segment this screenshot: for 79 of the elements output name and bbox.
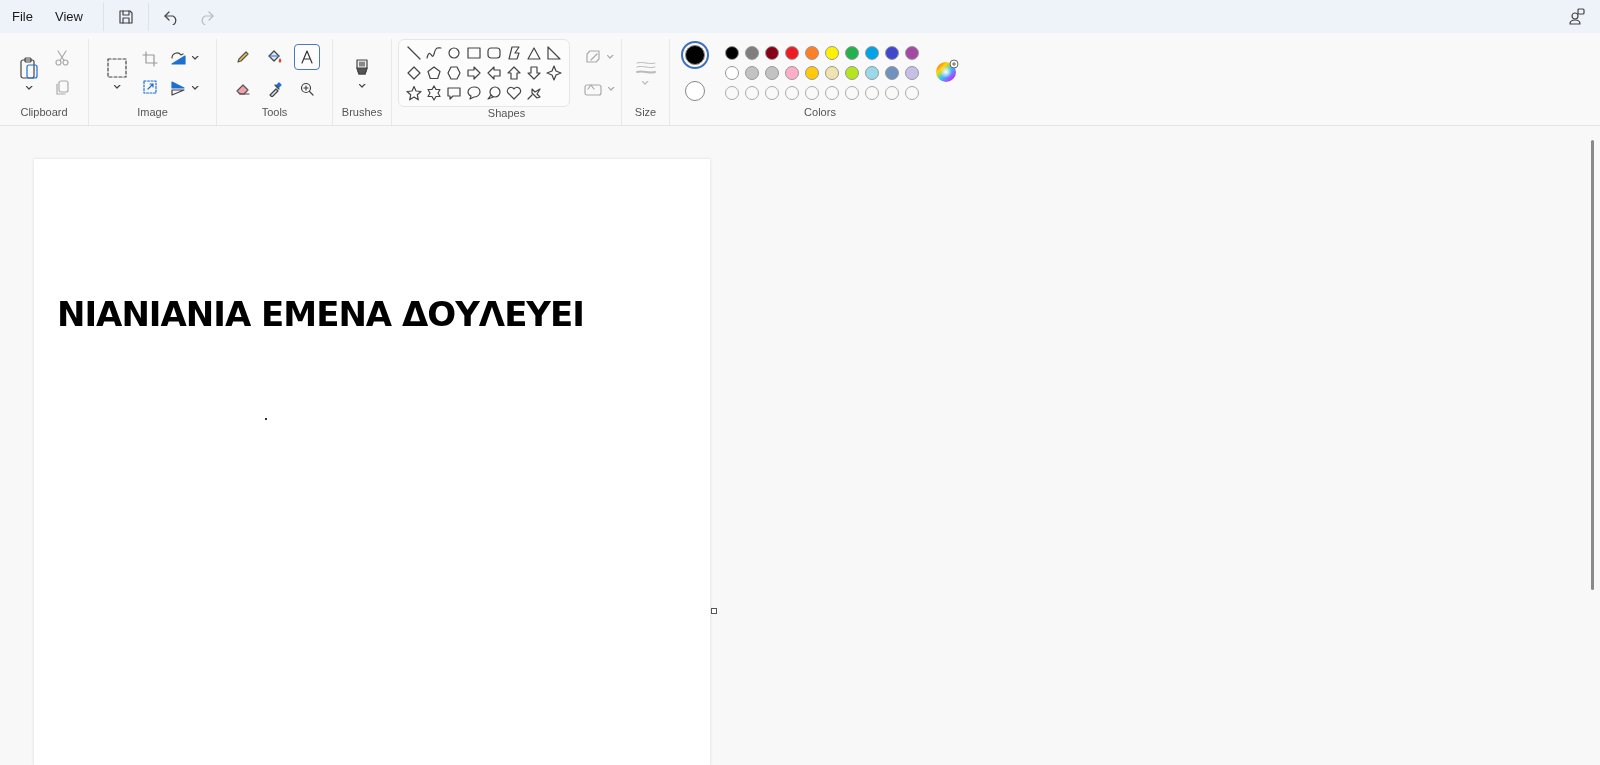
menu-item[interactable]: File <box>4 3 41 30</box>
line-icon[interactable] <box>406 45 422 61</box>
left-arrow-icon[interactable] <box>486 65 502 81</box>
caret-icon[interactable] <box>192 55 199 60</box>
caret-icon <box>608 87 615 91</box>
paint-bucket-icon <box>266 48 283 65</box>
polygon-icon[interactable] <box>506 45 522 61</box>
diamond-icon[interactable] <box>406 65 422 81</box>
copy-icon <box>55 79 69 96</box>
color-swatch[interactable] <box>745 65 759 80</box>
group-label: Tools <box>261 106 288 120</box>
color-swatch[interactable] <box>845 45 859 60</box>
color-swatch[interactable] <box>725 45 739 60</box>
save-icon[interactable] <box>117 8 134 25</box>
selection-icon[interactable] <box>106 56 128 79</box>
color-swatch[interactable] <box>905 65 919 80</box>
color-swatch[interactable] <box>805 65 819 80</box>
color-swatch[interactable] <box>905 45 919 60</box>
group-label: Shapes <box>487 107 526 121</box>
fill-style-icon <box>584 81 602 97</box>
color-swatch[interactable] <box>825 65 839 80</box>
color-swatch[interactable] <box>865 65 879 80</box>
five-point-star-icon[interactable] <box>406 85 422 101</box>
right-arrow-icon[interactable] <box>466 65 482 81</box>
rotate-icon[interactable] <box>170 49 186 66</box>
line-width-icon <box>635 60 656 75</box>
group-label: Size <box>634 106 657 120</box>
color-swatch[interactable] <box>885 45 899 60</box>
scissors-icon <box>55 49 69 66</box>
color-swatch[interactable] <box>785 65 799 80</box>
caret-icon[interactable] <box>358 83 366 88</box>
oval-icon[interactable] <box>446 45 462 61</box>
paste-icon[interactable] <box>19 55 39 80</box>
color-swatch[interactable] <box>725 65 739 80</box>
color-swatch[interactable] <box>825 45 839 60</box>
canvas-text: ΝΙΑΝΙΑΝΙΑ ΕΜΕΝΑ ΔΟΥΛΕΥΕΙ <box>57 294 584 334</box>
hexagon-icon[interactable] <box>446 65 462 81</box>
color-wheel-icon[interactable] <box>935 58 959 83</box>
color-slot[interactable] <box>681 40 709 69</box>
pentagon-icon[interactable] <box>426 65 442 81</box>
triangle-icon[interactable] <box>526 45 542 61</box>
color-swatch[interactable] <box>845 65 859 80</box>
group-label: Colors <box>804 106 836 120</box>
caret-icon[interactable] <box>192 85 199 90</box>
flip-icon[interactable] <box>170 79 186 96</box>
rounded-rectangle-icon[interactable] <box>486 45 502 61</box>
group-label: Image <box>137 106 168 120</box>
magnifier-icon <box>298 80 315 97</box>
text-tool-icon <box>298 48 315 65</box>
caret-icon[interactable] <box>25 85 33 90</box>
up-arrow-icon[interactable] <box>506 65 522 81</box>
caret-icon <box>607 55 614 59</box>
callout-cloud-icon[interactable] <box>486 85 502 101</box>
group-label: Clipboard <box>20 106 68 120</box>
color-swatch[interactable] <box>785 45 799 60</box>
resize-icon[interactable] <box>142 78 158 95</box>
color-swatch[interactable] <box>885 65 899 80</box>
outline-icon <box>585 49 601 65</box>
menu-item[interactable]: View <box>46 3 91 30</box>
people-icon[interactable] <box>1568 7 1586 26</box>
scrollbar[interactable] <box>1591 140 1594 590</box>
resize-handle[interactable] <box>711 608 717 614</box>
curve-icon[interactable] <box>426 45 442 61</box>
group-label: Brushes <box>341 106 383 120</box>
caret-icon <box>642 80 649 85</box>
tool-button[interactable] <box>293 43 320 70</box>
color-swatch[interactable] <box>805 45 819 60</box>
caret-icon[interactable] <box>113 84 121 89</box>
down-arrow-icon[interactable] <box>526 65 542 81</box>
dot-mark <box>265 418 267 420</box>
heart-icon[interactable] <box>506 85 522 101</box>
brush-icon[interactable] <box>355 57 369 78</box>
color-swatch[interactable] <box>765 65 779 80</box>
four-point-star-icon[interactable] <box>546 65 562 81</box>
six-point-star-icon[interactable] <box>426 85 442 101</box>
right-triangle-icon[interactable] <box>546 45 562 61</box>
color-swatch[interactable] <box>765 45 779 60</box>
color-swatch[interactable] <box>745 45 759 60</box>
color-swatch[interactable] <box>865 45 879 60</box>
